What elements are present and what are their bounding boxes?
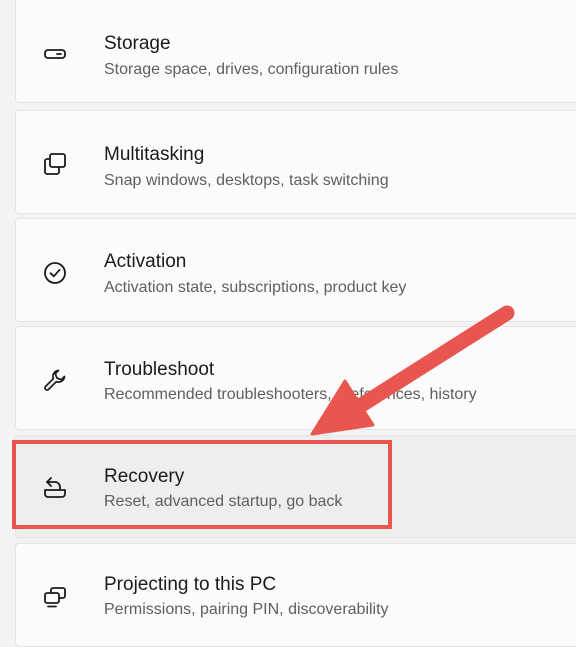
item-title: Activation	[104, 251, 187, 272]
multitasking-icon	[42, 151, 68, 177]
item-title: Storage	[104, 33, 171, 54]
item-subtitle: Permissions, pairing PIN, discoverabilit…	[104, 601, 389, 618]
item-subtitle: Reset, advanced startup, go back	[104, 493, 343, 510]
projecting-icon	[42, 584, 68, 610]
settings-item-activation[interactable]: Activation Activation state, subscriptio…	[15, 218, 576, 322]
settings-item-multitasking[interactable]: Multitasking Snap windows, desktops, tas…	[15, 110, 576, 214]
wrench-icon	[42, 367, 68, 393]
item-title: Troubleshoot	[104, 359, 215, 380]
item-title: Recovery	[104, 466, 185, 487]
settings-item-recovery[interactable]: Recovery Reset, advanced startup, go bac…	[15, 435, 576, 538]
item-subtitle: Storage space, drives, configuration rul…	[104, 61, 399, 78]
item-subtitle: Snap windows, desktops, task switching	[104, 172, 389, 189]
settings-item-troubleshoot[interactable]: Troubleshoot Recommended troubleshooters…	[15, 326, 576, 430]
settings-item-storage[interactable]: Storage Storage space, drives, configura…	[15, 0, 576, 103]
item-title: Projecting to this PC	[104, 574, 277, 595]
recovery-icon	[42, 474, 68, 500]
item-title: Multitasking	[104, 144, 205, 165]
item-subtitle: Recommended troubleshooters, preferences…	[104, 386, 477, 403]
storage-icon	[42, 41, 68, 67]
item-subtitle: Activation state, subscriptions, product…	[104, 279, 407, 296]
activation-icon	[42, 260, 68, 286]
settings-item-projecting[interactable]: Projecting to this PC Permissions, pairi…	[15, 543, 576, 647]
